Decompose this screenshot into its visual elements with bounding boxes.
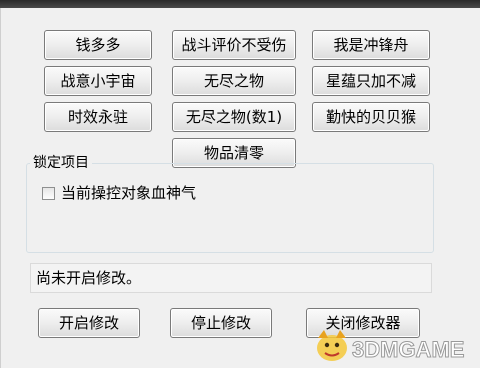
cheat-button-infinite-items[interactable]: 无尽之物 (172, 66, 296, 96)
window-top-edge (0, 0, 480, 8)
start-modify-button[interactable]: 开启修改 (38, 308, 140, 338)
status-text: 尚未开启修改。 (30, 263, 432, 293)
cheat-button-assault-boat[interactable]: 我是冲锋舟 (312, 30, 430, 60)
cheat-button-money[interactable]: 钱多多 (44, 30, 152, 60)
lock-group-title: 锁定项目 (30, 155, 92, 171)
lock-blood-spirit-label: 当前操控对象血神气 (61, 184, 197, 202)
stop-modify-button[interactable]: 停止修改 (170, 308, 272, 338)
cheat-button-infinite-items-count1[interactable]: 无尽之物(数1) (172, 102, 296, 132)
site-watermark-logo: 3DMGAME (317, 330, 465, 363)
lock-item-row[interactable]: 当前操控对象血神气 (42, 183, 196, 203)
cheat-button-fighting-spirit[interactable]: 战意小宇宙 (44, 66, 152, 96)
watermark-text: 3DMGAME (352, 337, 464, 362)
cheat-button-star-essence[interactable]: 星蕴只加不减 (312, 66, 430, 96)
cheat-button-battle-no-damage[interactable]: 战斗评价不受伤 (172, 30, 296, 60)
cheat-button-timeless[interactable]: 时效永驻 (44, 102, 152, 132)
lock-group-box (26, 163, 434, 253)
cheat-button-diligent-monkey[interactable]: 勤快的贝贝猴 (312, 102, 430, 132)
mascot-icon (317, 335, 347, 361)
lock-blood-spirit-checkbox[interactable] (42, 186, 55, 200)
